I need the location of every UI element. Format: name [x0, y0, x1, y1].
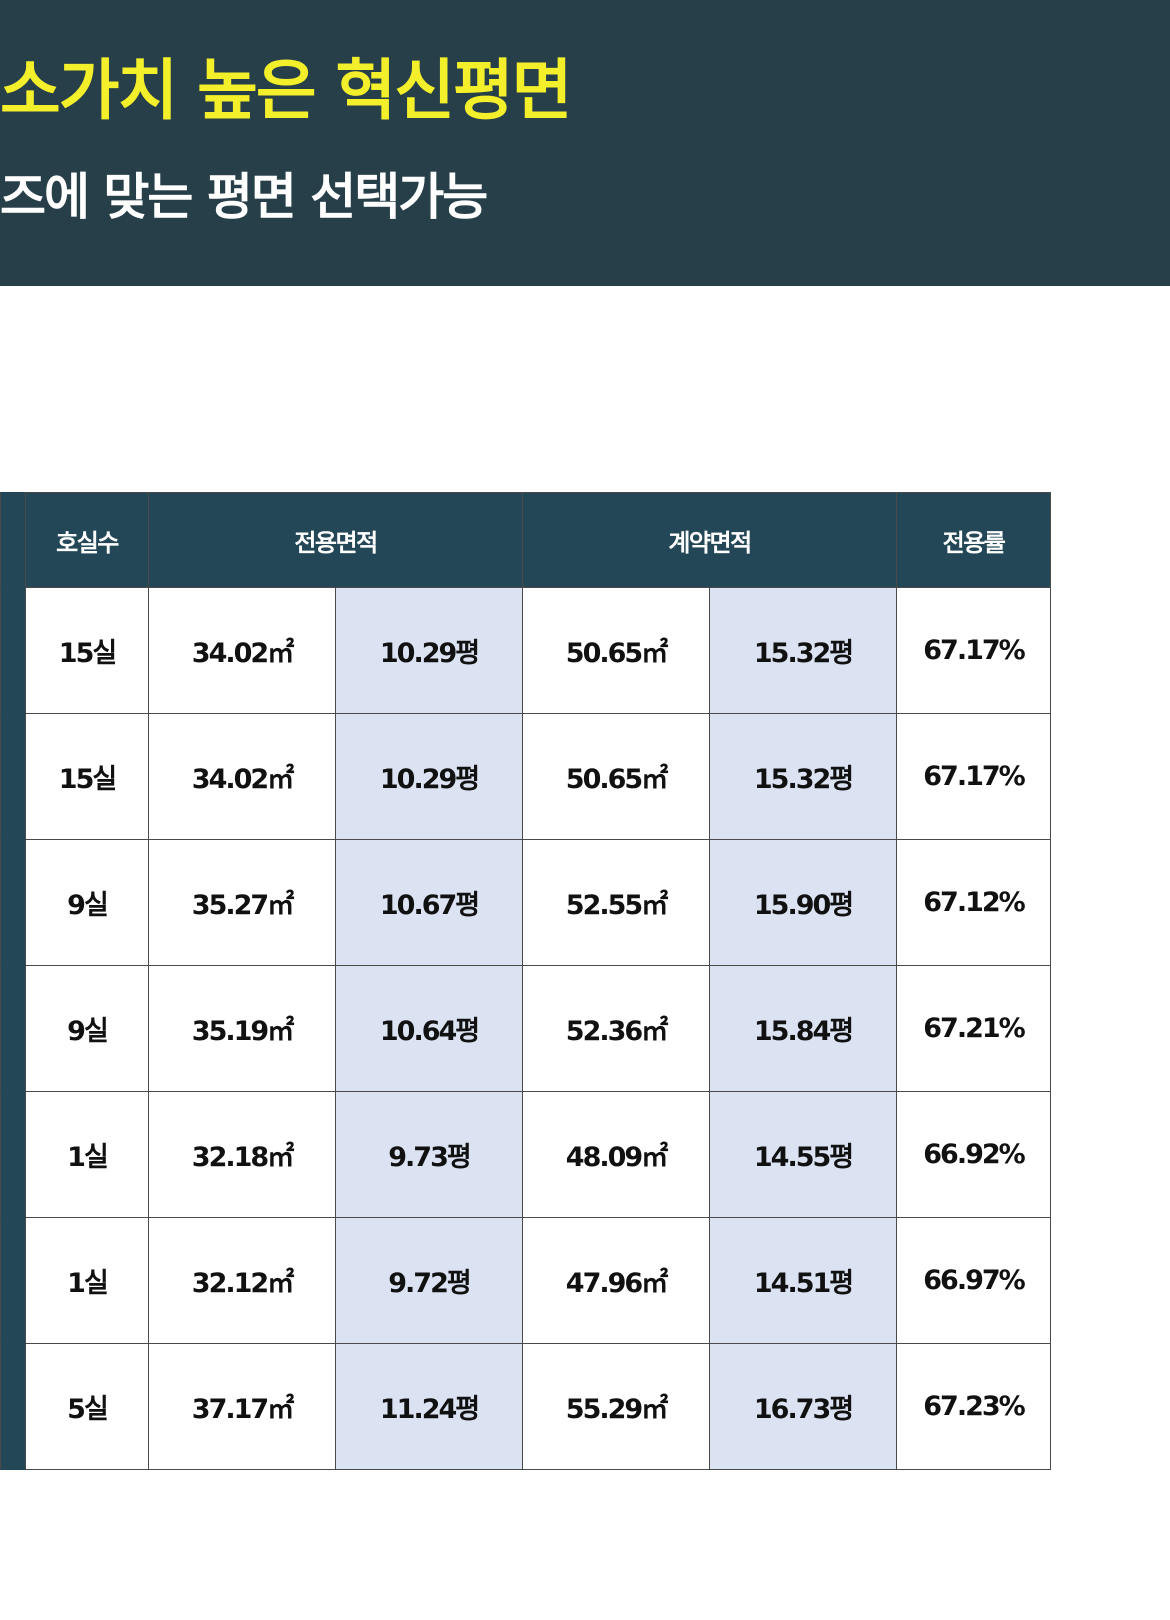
exclusive-m2-cell: 35.19㎡: [148, 965, 336, 1092]
headline: 소가치 높은 혁신평면: [0, 52, 572, 129]
exclusive-pyeong-cell: 9.72평: [335, 1217, 523, 1344]
contract-pyeong-cell: 14.51평: [709, 1217, 897, 1344]
contract-m2-cell: 52.36㎡: [522, 965, 710, 1092]
contract-pyeong-cell: 15.84평: [709, 965, 897, 1092]
type-cell: [0, 1091, 26, 1218]
contract-m2-cell: 47.96㎡: [522, 1217, 710, 1344]
rooms-cell: 15실: [25, 587, 149, 714]
exclusive-pyeong-cell: 9.73평: [335, 1091, 523, 1218]
ratio-cell: 67.12%: [896, 839, 1051, 966]
table-header-row: 호실수 전용면적 계약면적 전용률: [0, 492, 1051, 588]
table-row: 1실 32.12㎡ 9.72평 47.96㎡ 14.51평 66.97%: [0, 1217, 1051, 1344]
header-banner: 소가치 높은 혁신평면 즈에 맞는 평면 선택가능: [0, 0, 1170, 286]
ratio-cell: 67.17%: [896, 713, 1051, 840]
exclusive-m2-cell: 32.18㎡: [148, 1091, 336, 1218]
ratio-cell: 67.21%: [896, 965, 1051, 1092]
rooms-cell: 1실: [25, 1091, 149, 1218]
exclusive-pyeong-cell: 11.24평: [335, 1343, 523, 1470]
exclusive-pyeong-cell: 10.67평: [335, 839, 523, 966]
table-row: 9실 35.19㎡ 10.64평 52.36㎡ 15.84평 67.21%: [0, 965, 1051, 1092]
exclusive-m2-cell: 32.12㎡: [148, 1217, 336, 1344]
unit-spec-table: 호실수 전용면적 계약면적 전용률 15실 34.02㎡ 10.29평 50.65㎡ 1…: [0, 492, 1051, 1470]
table-row: 15실 34.02㎡ 10.29평 50.65㎡ 15.32평 67.17%: [0, 587, 1051, 714]
rooms-cell: 1실: [25, 1217, 149, 1344]
exclusive-pyeong-cell: 10.29평: [335, 587, 523, 714]
type-cell: [0, 839, 26, 966]
exclusive-pyeong-cell: 10.29평: [335, 713, 523, 840]
contract-area-header: 계약면적: [522, 492, 897, 588]
exclusive-m2-cell: 35.27㎡: [148, 839, 336, 966]
table-row: 5실 37.17㎡ 11.24평 55.29㎡ 16.73평 67.23%: [0, 1343, 1051, 1470]
contract-pyeong-cell: 14.55평: [709, 1091, 897, 1218]
rooms-cell: 9실: [25, 965, 149, 1092]
contract-m2-cell: 48.09㎡: [522, 1091, 710, 1218]
rooms-header: 호실수: [25, 492, 149, 588]
exclusive-m2-cell: 34.02㎡: [148, 713, 336, 840]
ratio-cell: 66.92%: [896, 1091, 1051, 1218]
rooms-cell: 5실: [25, 1343, 149, 1470]
type-cell: [0, 713, 26, 840]
contract-m2-cell: 50.65㎡: [522, 587, 710, 714]
contract-pyeong-cell: 15.32평: [709, 713, 897, 840]
type-cell: [0, 587, 26, 714]
rooms-cell: 9실: [25, 839, 149, 966]
subheadline: 즈에 맞는 평면 선택가능: [0, 168, 488, 226]
table-row: 9실 35.27㎡ 10.67평 52.55㎡ 15.90평 67.12%: [0, 839, 1051, 966]
contract-m2-cell: 55.29㎡: [522, 1343, 710, 1470]
exclusive-m2-cell: 37.17㎡: [148, 1343, 336, 1470]
contract-pyeong-cell: 16.73평: [709, 1343, 897, 1470]
exclusive-area-header: 전용면적: [148, 492, 523, 588]
contract-pyeong-cell: 15.90평: [709, 839, 897, 966]
type-column-header: [0, 492, 26, 588]
type-cell: [0, 1343, 26, 1470]
table-row: 1실 32.18㎡ 9.73평 48.09㎡ 14.55평 66.92%: [0, 1091, 1051, 1218]
exclusive-pyeong-cell: 10.64평: [335, 965, 523, 1092]
ratio-header: 전용률: [896, 492, 1051, 588]
contract-pyeong-cell: 15.32평: [709, 587, 897, 714]
ratio-cell: 67.17%: [896, 587, 1051, 714]
contract-m2-cell: 52.55㎡: [522, 839, 710, 966]
table-row: 15실 34.02㎡ 10.29평 50.65㎡ 15.32평 67.17%: [0, 713, 1051, 840]
exclusive-m2-cell: 34.02㎡: [148, 587, 336, 714]
type-cell: [0, 1217, 26, 1344]
ratio-cell: 66.97%: [896, 1217, 1051, 1344]
type-cell: [0, 965, 26, 1092]
ratio-cell: 67.23%: [896, 1343, 1051, 1470]
rooms-cell: 15실: [25, 713, 149, 840]
contract-m2-cell: 50.65㎡: [522, 713, 710, 840]
